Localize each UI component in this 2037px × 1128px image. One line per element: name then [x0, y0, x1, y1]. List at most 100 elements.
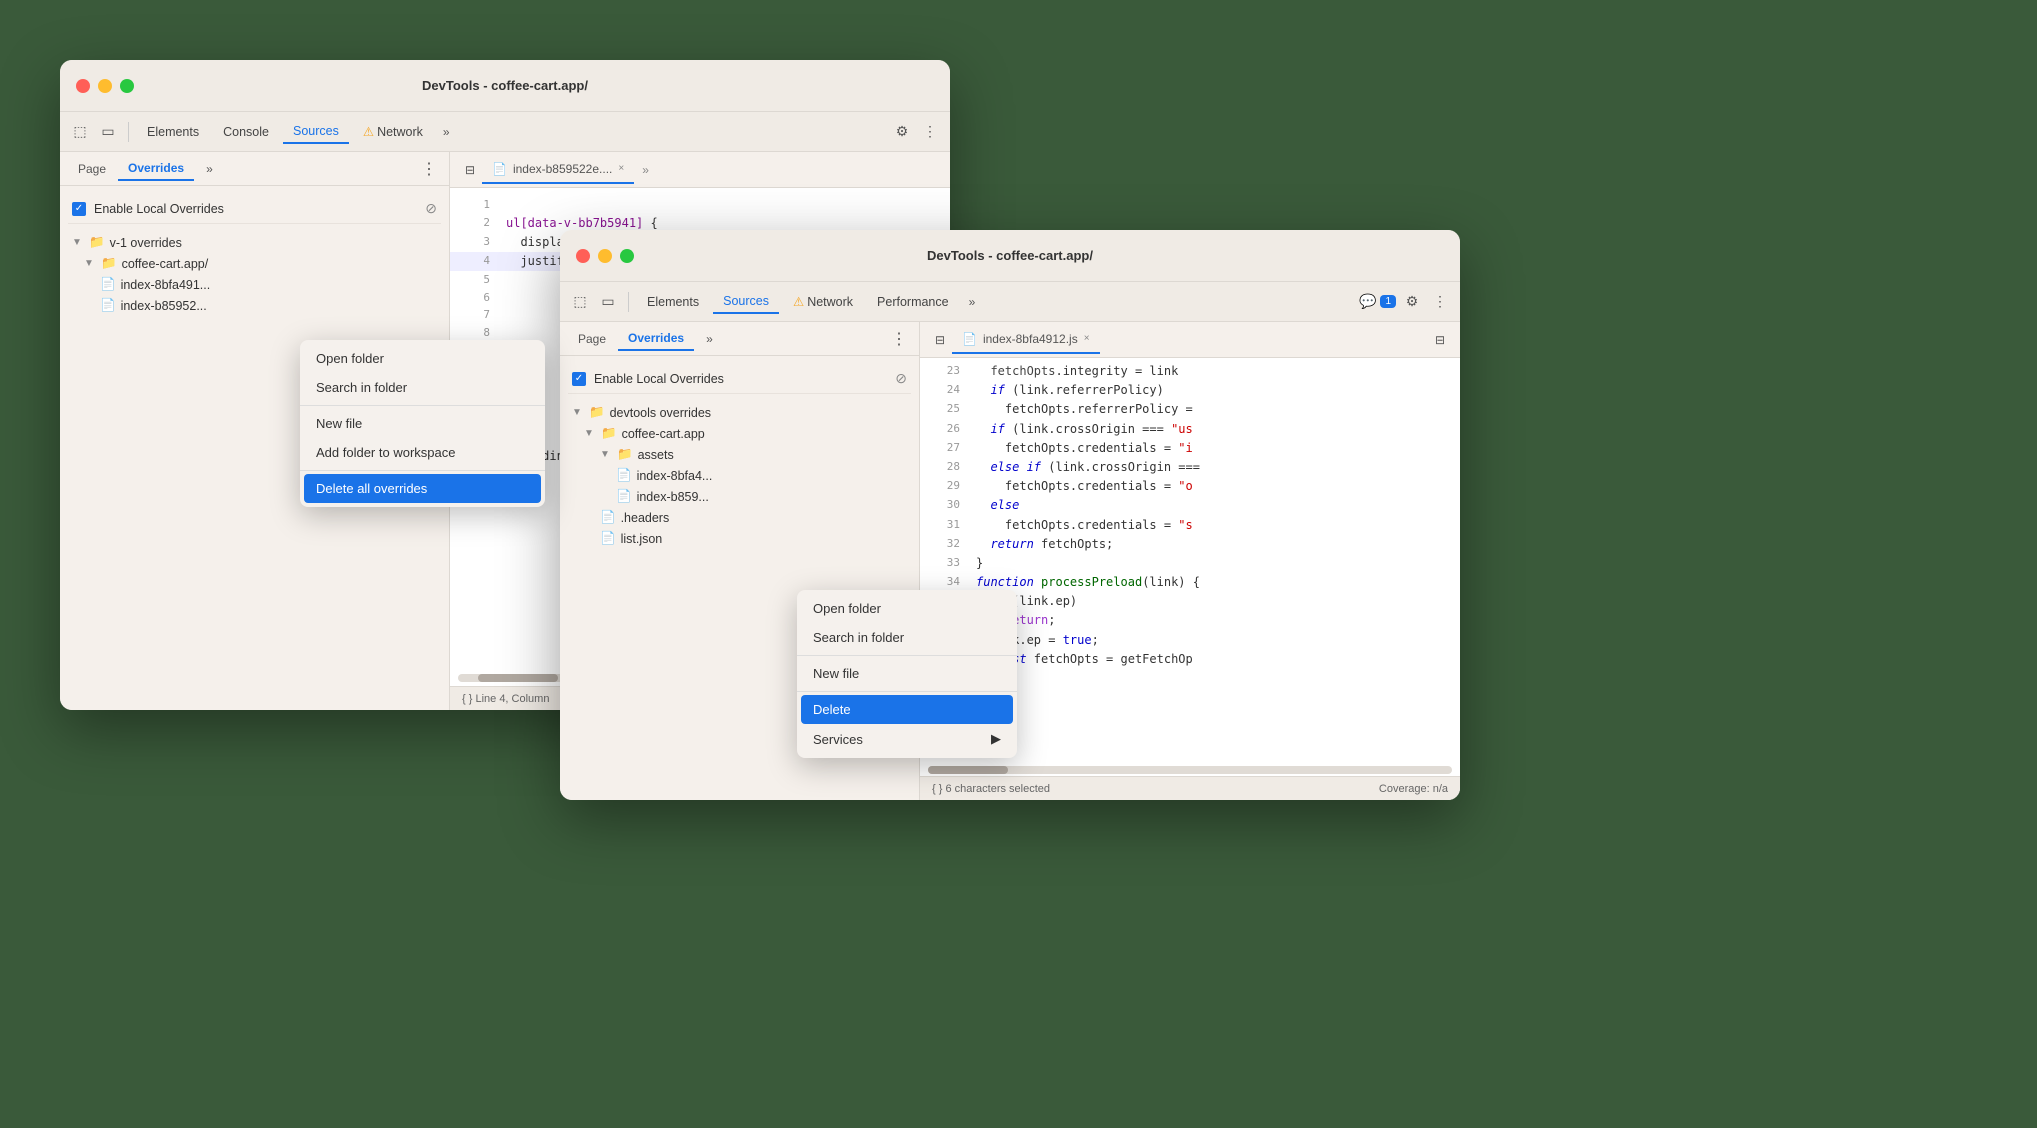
coffee-cart-folder-2[interactable]: ▼ 📁 coffee-cart.app: [568, 423, 911, 444]
more-sidebar-tabs-1[interactable]: »: [196, 158, 223, 180]
console-tab-1[interactable]: Console: [213, 121, 279, 143]
file-tab-icon-2: 📄: [962, 332, 977, 346]
menu-search-folder-2[interactable]: Search in folder: [797, 623, 1017, 652]
file-tab-name-2: index-8bfa4912.js: [983, 332, 1078, 346]
file1-item-1[interactable]: 📄 index-8bfa491...: [68, 274, 441, 295]
chat-badge-container: 💬 1: [1359, 293, 1396, 310]
file1-icon-1: 📄: [100, 277, 116, 292]
v1-overrides-folder[interactable]: ▼ 📁 v-1 overrides: [68, 232, 441, 253]
scrollbar-thumb-2: [928, 766, 1008, 774]
minimize-button-2[interactable]: [598, 249, 612, 263]
menu-sep-2: [300, 470, 545, 471]
menu-sep-1: [300, 405, 545, 406]
horizontal-scrollbar-2[interactable]: [928, 766, 1452, 774]
overrides-tab-1[interactable]: Overrides: [118, 157, 194, 181]
page-tab-1[interactable]: Page: [68, 158, 116, 180]
settings-icon-1[interactable]: ⚙: [890, 120, 914, 144]
sources-tab-1[interactable]: Sources: [283, 120, 349, 144]
file-tab-icon-1: 📄: [492, 162, 507, 176]
close-button-1[interactable]: [76, 79, 90, 93]
menu-add-folder-1[interactable]: Add folder to workspace: [300, 438, 545, 467]
headers-file[interactable]: 📄 .headers: [568, 507, 911, 528]
tab-close-2[interactable]: ×: [1084, 333, 1090, 344]
assets-arrow-2: ▼: [600, 449, 612, 460]
panel-toggle-icon-2[interactable]: ⊟: [928, 328, 952, 352]
menu-open-folder-1[interactable]: Open folder: [300, 344, 545, 373]
tab-more-1[interactable]: »: [642, 163, 649, 177]
devtools-overrides-folder[interactable]: ▼ 📁 devtools overrides: [568, 402, 911, 423]
code-tab-2[interactable]: 📄 index-8bfa4912.js ×: [952, 326, 1100, 354]
panel-toggle-icon-1[interactable]: ⊟: [458, 158, 482, 182]
assets-folder[interactable]: ▼ 📁 assets: [568, 444, 911, 465]
code-tab-1[interactable]: 📄 index-b859522e.... ×: [482, 156, 634, 184]
tab-close-1[interactable]: ×: [618, 163, 624, 174]
kebab-icon-2[interactable]: ⋮: [1428, 290, 1452, 314]
settings-icon-2[interactable]: ⚙: [1400, 290, 1424, 314]
context-menu-1: Open folder Search in folder New file Ad…: [300, 340, 545, 507]
code-line2-32: 32 return fetchOpts;: [920, 535, 1460, 554]
split-panel-icon[interactable]: ⊟: [1428, 328, 1452, 352]
maximize-button-2[interactable]: [620, 249, 634, 263]
root-folder-icon-2: 📁: [589, 405, 605, 420]
sidebar-kebab-2[interactable]: ⋮: [887, 327, 911, 351]
clear-overrides-icon-2[interactable]: ⊘: [895, 370, 907, 387]
menu-services-2[interactable]: Services ▶: [797, 724, 1017, 754]
sidebar-kebab-1[interactable]: ⋮: [417, 157, 441, 181]
file1-label-1: index-8bfa491...: [121, 278, 211, 292]
performance-tab-2[interactable]: Performance: [867, 291, 959, 313]
enable-overrides-row-2: Enable Local Overrides ⊘: [568, 364, 911, 394]
more-tabs-1[interactable]: »: [437, 123, 456, 141]
traffic-lights-2: [576, 249, 634, 263]
elements-icon-2[interactable]: ⬚: [568, 290, 592, 314]
toolbar-1: ⬚ ▭ Elements Console Sources ⚠ Network »…: [60, 112, 950, 152]
services-label: Services: [813, 732, 863, 747]
clear-overrides-icon-1[interactable]: ⊘: [425, 200, 437, 217]
menu-new-file-2[interactable]: New file: [797, 659, 1017, 688]
mobile-icon-2[interactable]: ▭: [596, 290, 620, 314]
overrides-checkbox-2[interactable]: [572, 372, 586, 386]
statusbar-2: { } 6 characters selected Coverage: n/a: [920, 776, 1460, 800]
sources-tab-2[interactable]: Sources: [713, 290, 779, 314]
maximize-button-1[interactable]: [120, 79, 134, 93]
kebab-icon-1[interactable]: ⋮: [918, 120, 942, 144]
file-tab-name-1: index-b859522e....: [513, 162, 612, 176]
file2-label-2: index-b859...: [637, 490, 709, 504]
elements-icon-1[interactable]: ⬚: [68, 120, 92, 144]
coffee-cart-folder-1[interactable]: ▼ 📁 coffee-cart.app/: [68, 253, 441, 274]
elements-tab-1[interactable]: Elements: [137, 121, 209, 143]
assets-folder-label-2: assets: [638, 448, 674, 462]
elements-tab-2[interactable]: Elements: [637, 291, 709, 313]
file1-item-2[interactable]: 📄 index-8bfa4...: [568, 465, 911, 486]
overrides-tab-2[interactable]: Overrides: [618, 327, 694, 351]
menu-new-file-1[interactable]: New file: [300, 409, 545, 438]
subfolder-icon-1: 📁: [101, 256, 117, 271]
root-folder-label-2: devtools overrides: [610, 406, 711, 420]
chat-icon-2[interactable]: 💬: [1359, 293, 1376, 310]
code-line2-29: 29 fetchOpts.credentials = "o: [920, 477, 1460, 496]
close-button-2[interactable]: [576, 249, 590, 263]
more-sidebar-tabs-2[interactable]: »: [696, 328, 723, 350]
page-tab-2[interactable]: Page: [568, 328, 616, 350]
network-tab-2[interactable]: ⚠ Network: [783, 290, 863, 313]
file2-icon-2: 📄: [616, 489, 632, 504]
headers-label: .headers: [621, 511, 670, 525]
code-line2-27: 27 fetchOpts.credentials = "i: [920, 439, 1460, 458]
minimize-button-1[interactable]: [98, 79, 112, 93]
more-tabs-2[interactable]: »: [963, 293, 982, 311]
menu-search-folder-1[interactable]: Search in folder: [300, 373, 545, 402]
network-warning-icon-1: ⚠: [363, 124, 374, 139]
menu-open-folder-2[interactable]: Open folder: [797, 594, 1017, 623]
menu-delete-all-1[interactable]: Delete all overrides: [304, 474, 541, 503]
divider-1: [128, 122, 129, 142]
file2-item-1[interactable]: 📄 index-b85952...: [68, 295, 441, 316]
headers-icon: 📄: [600, 510, 616, 525]
mobile-icon-1[interactable]: ▭: [96, 120, 120, 144]
list-json-file[interactable]: 📄 list.json: [568, 528, 911, 549]
code-line2-23: 23 fetchOpts.integrity = link: [920, 362, 1460, 381]
menu-sep-3: [797, 655, 1017, 656]
enable-overrides-label-1: Enable Local Overrides: [94, 202, 417, 216]
overrides-checkbox-1[interactable]: [72, 202, 86, 216]
menu-delete-2[interactable]: Delete: [801, 695, 1013, 724]
file2-item-2[interactable]: 📄 index-b859...: [568, 486, 911, 507]
network-tab-1[interactable]: ⚠ Network: [353, 120, 433, 143]
